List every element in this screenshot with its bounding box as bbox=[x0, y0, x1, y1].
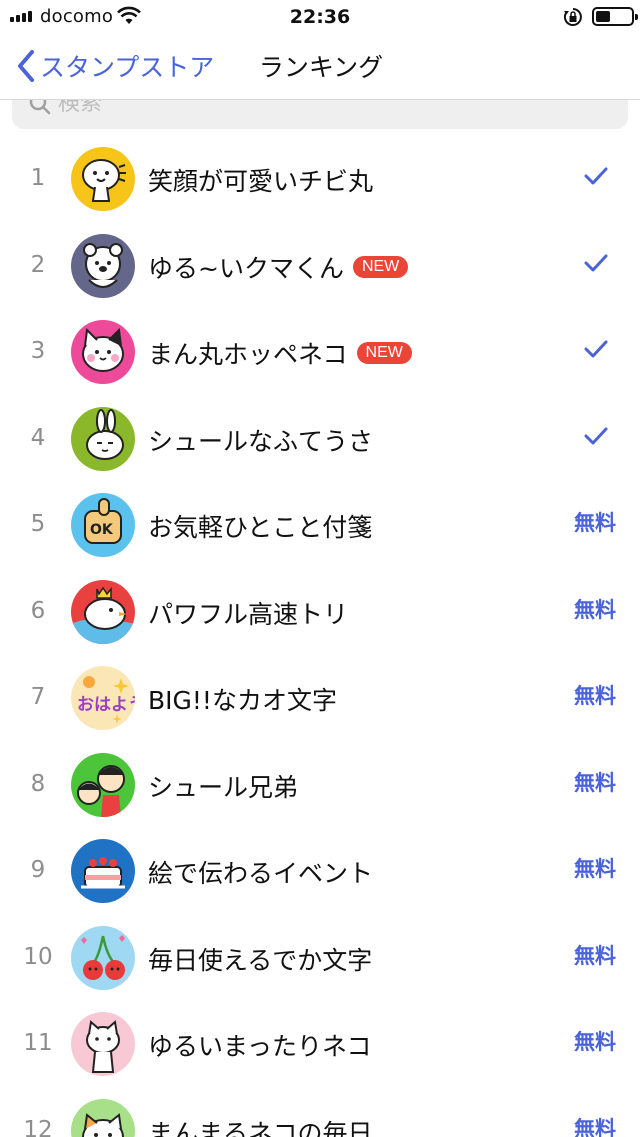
free-label[interactable]: 無料 bbox=[574, 1026, 616, 1056]
sticker-thumbnail bbox=[71, 233, 135, 298]
sticker-name: まん丸ホッペネコ bbox=[148, 340, 348, 369]
checkmark-icon bbox=[584, 427, 608, 449]
rank-number: 8 bbox=[30, 770, 46, 797]
rank-number: 1 bbox=[30, 165, 46, 191]
sticker-thumbnail bbox=[71, 406, 135, 471]
sticker-thumbnail bbox=[71, 1012, 135, 1076]
free-label[interactable]: 無料 bbox=[574, 680, 616, 710]
list-item[interactable]: 1 笑顔が可愛いチビ丸 bbox=[0, 135, 640, 222]
sticker-thumbnail: おはよう bbox=[71, 666, 135, 730]
list-item[interactable]: 2 ゆる~いクマくん NEW bbox=[0, 222, 640, 309]
rank-number: 3 bbox=[30, 338, 46, 364]
rank-number: 5 bbox=[30, 511, 46, 537]
sticker-thumbnail: OK bbox=[71, 493, 135, 557]
sticker-thumbnail bbox=[71, 147, 135, 211]
free-label[interactable]: 無料 bbox=[574, 507, 616, 537]
free-label[interactable]: 無料 bbox=[574, 767, 616, 797]
sticker-thumbnail bbox=[71, 925, 135, 990]
list-item[interactable]: 5 OK お気軽ひとこと付箋 無料 bbox=[0, 481, 640, 568]
rank-number: 10 bbox=[23, 943, 53, 970]
sticker-name: ゆるいまったりネコ bbox=[148, 1032, 372, 1061]
clock: 22:36 bbox=[289, 6, 351, 28]
sticker-name: シュール兄弟 bbox=[148, 772, 299, 802]
rank-number: 4 bbox=[30, 424, 46, 451]
rank-number: 11 bbox=[23, 1030, 53, 1056]
list-item[interactable]: 8 シュール兄弟 無料 bbox=[0, 741, 640, 828]
free-label[interactable]: 無料 bbox=[574, 853, 616, 883]
new-badge: NEW bbox=[356, 342, 412, 364]
rank-number: 7 bbox=[30, 684, 46, 710]
sticker-thumbnail bbox=[71, 320, 135, 384]
status-bar: docomo 22:36 bbox=[0, 0, 640, 34]
ranking-list: 1 笑顔が可愛いチビ丸 2 ゆる~いクマくん NEW 3 まん丸ホッペネコ NE… bbox=[0, 135, 640, 1137]
checkmark-icon bbox=[584, 340, 608, 362]
orientation-lock-icon bbox=[563, 7, 583, 31]
sticker-name: 笑顔が可愛いチビ丸 bbox=[148, 167, 374, 196]
sticker-name: ゆる~いクマくん bbox=[148, 253, 344, 283]
list-item[interactable]: 10 毎日使えるでか文字 無料 bbox=[0, 914, 640, 1001]
free-label[interactable]: 無料 bbox=[574, 594, 616, 624]
rank-number: 6 bbox=[30, 597, 46, 624]
sticker-name: シュールなふてうさ bbox=[148, 426, 374, 456]
rank-number: 2 bbox=[30, 251, 46, 278]
list-item[interactable]: 9 絵で伝わるイベント 無料 bbox=[0, 827, 640, 914]
battery-icon bbox=[592, 7, 638, 26]
sticker-name: 絵で伝わるイベント bbox=[148, 859, 374, 888]
sticker-thumbnail bbox=[71, 752, 135, 817]
free-label[interactable]: 無料 bbox=[574, 1113, 616, 1137]
sticker-name: BIG!!なカオ文字 bbox=[148, 686, 337, 715]
sticker-name: 毎日使えるでか文字 bbox=[148, 945, 373, 975]
list-item[interactable]: 12 まんまるネコの毎日 無料 bbox=[0, 1087, 640, 1137]
svg-text:OK: OK bbox=[90, 522, 114, 538]
checkmark-icon bbox=[584, 254, 608, 276]
sticker-name: パワフル高速トリ bbox=[148, 599, 349, 629]
list-item[interactable]: 7 おはよう BIG!!なカオ文字 無料 bbox=[0, 654, 640, 741]
sticker-thumbnail bbox=[71, 579, 135, 644]
svg-text:おはよう: おはよう bbox=[77, 695, 135, 715]
list-item[interactable]: 6 パワフル高速トリ 無料 bbox=[0, 568, 640, 655]
list-item[interactable]: 3 まん丸ホッペネコ NEW bbox=[0, 308, 640, 395]
rank-number: 12 bbox=[23, 1116, 53, 1137]
navigation-bar: スタンプストア ランキング bbox=[0, 34, 640, 100]
sticker-name: まんまるネコの毎日 bbox=[148, 1118, 373, 1137]
page-title: ランキング bbox=[258, 53, 384, 82]
free-label[interactable]: 無料 bbox=[574, 940, 616, 970]
sticker-name: お気軽ひとこと付箋 bbox=[148, 513, 373, 542]
list-item[interactable]: 11 ゆるいまったりネコ 無料 bbox=[0, 1000, 640, 1087]
new-badge: NEW bbox=[352, 255, 409, 278]
checkmark-icon bbox=[584, 167, 608, 189]
rank-number: 9 bbox=[30, 857, 46, 883]
sticker-thumbnail bbox=[71, 839, 135, 903]
sticker-thumbnail bbox=[71, 1098, 135, 1137]
list-item[interactable]: 4 シュールなふてうさ bbox=[0, 395, 640, 482]
